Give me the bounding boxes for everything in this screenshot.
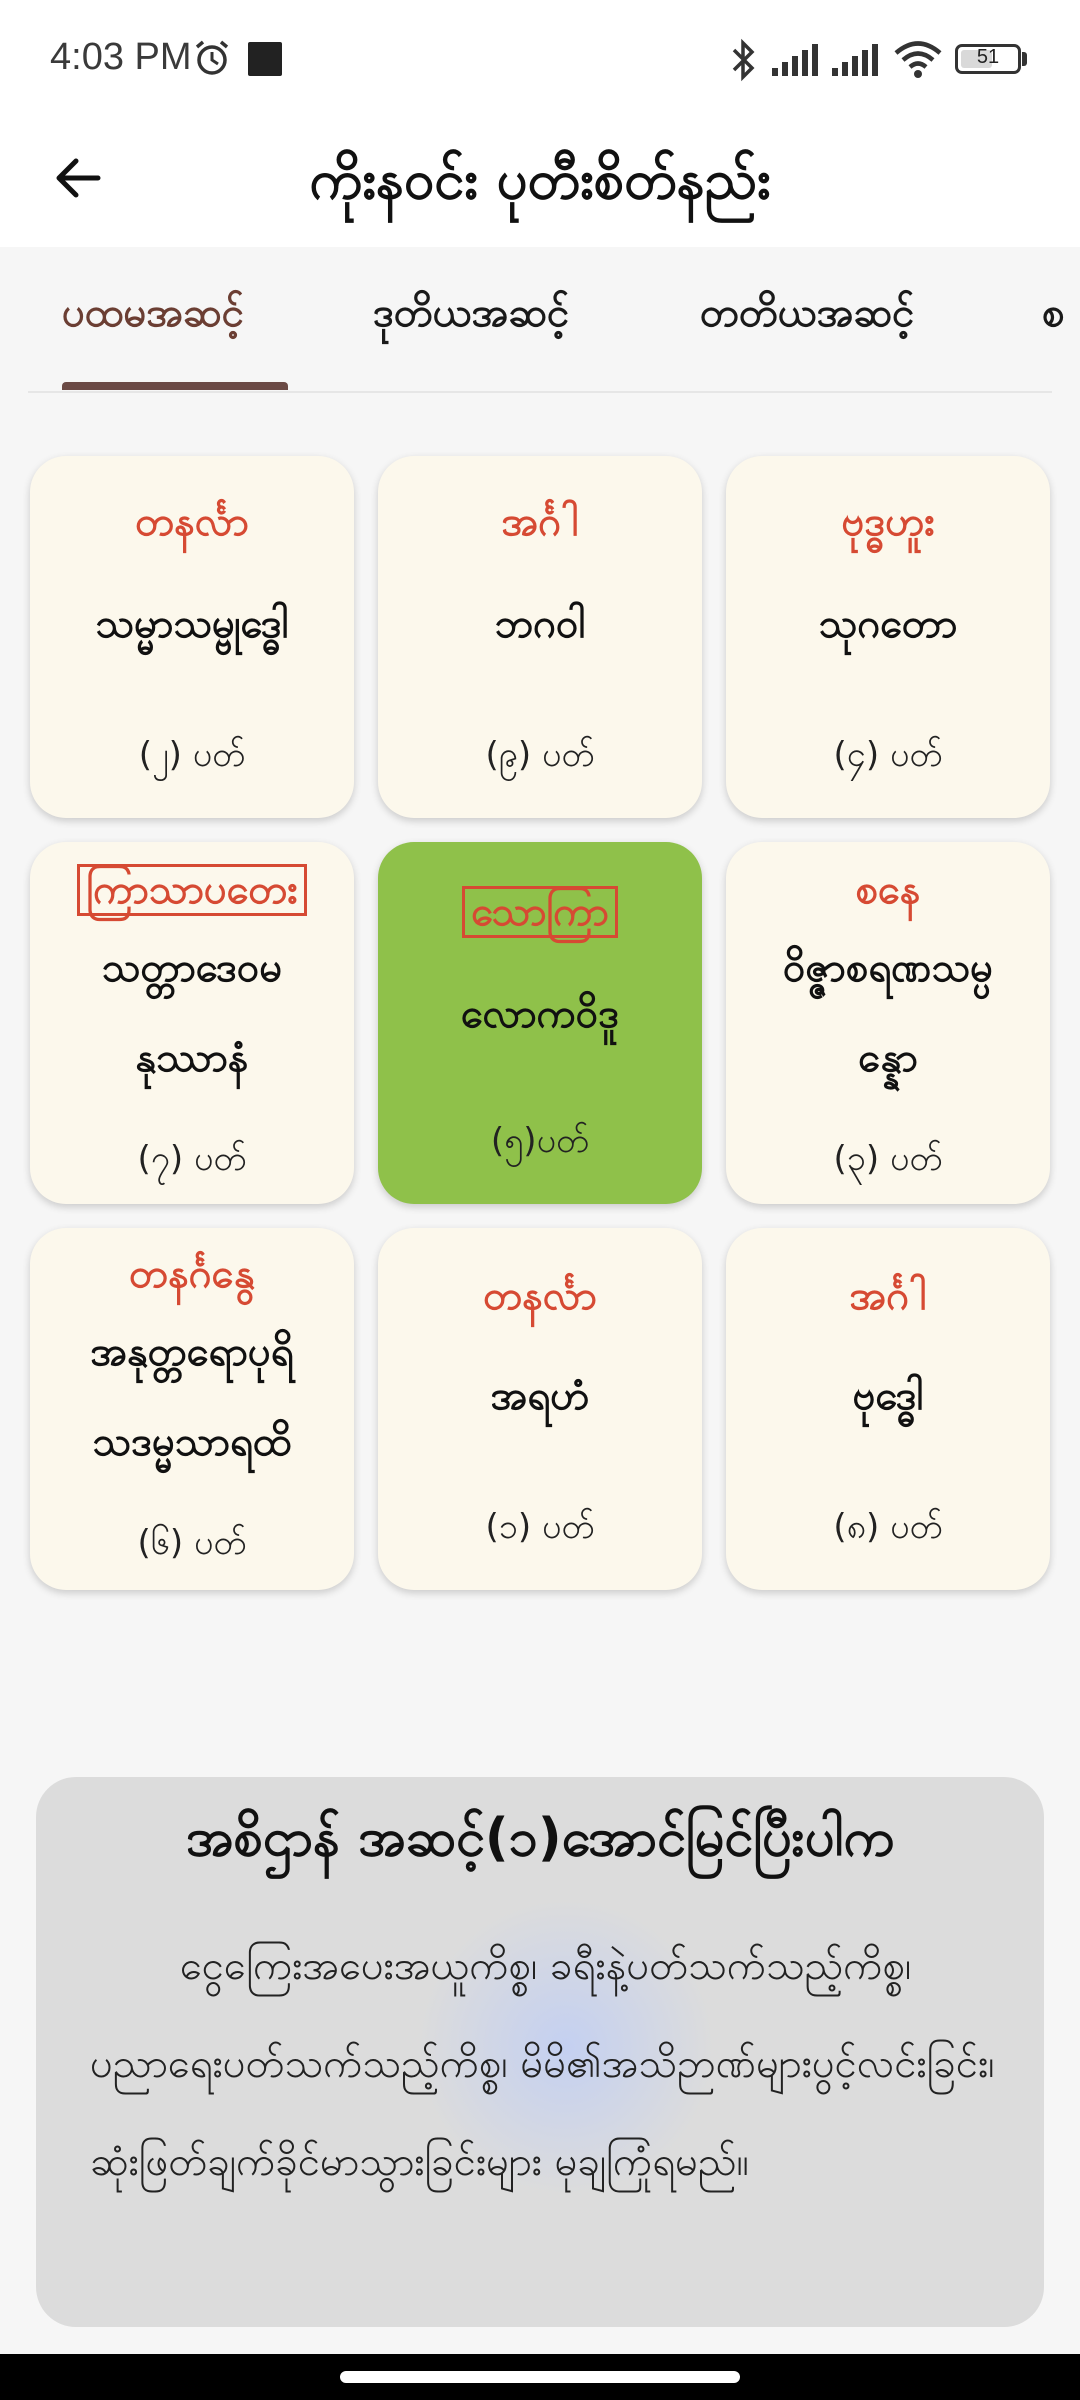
tab-bar: ပထမအဆင့် ဒုတိယအဆင့် တတိယအဆင့် စ bbox=[0, 247, 1080, 392]
card-tuesday-2[interactable]: အင်္ဂါ ဗုဒ္ဓေါ (၈) ပတ် bbox=[726, 1228, 1050, 1590]
tab-level-3[interactable]: တတိယအဆင့် bbox=[700, 287, 914, 357]
card-saturday[interactable]: စနေ ဝိဇ္ဇာစရဏသမ္ပ န္နော (၃) ပတ် bbox=[726, 842, 1050, 1204]
card-title: အရဟံ bbox=[490, 1373, 590, 1419]
card-day-label: ကြာသာပတေး bbox=[30, 864, 354, 923]
card-count: (၇) ပတ် bbox=[137, 1139, 247, 1179]
signal-icon bbox=[772, 44, 818, 76]
card-day-label: ဗုဒ္ဓဟူး bbox=[841, 499, 935, 545]
alarm-icon bbox=[195, 40, 229, 75]
card-title: ဘဂဝါ bbox=[494, 601, 586, 647]
screen: 4:03 PM 51 ကိုးနဝင်း ပုတီးစိတ်နည်း ပထမအဆ… bbox=[0, 0, 1080, 2400]
tab-level-2[interactable]: ဒုတိယအဆင့် bbox=[373, 287, 569, 357]
battery-icon: 51 bbox=[955, 44, 1021, 74]
card-count: (၁) ပတ် bbox=[485, 1507, 595, 1547]
card-friday[interactable]: သောကြာ လောကဝိဒူ (၅)ပတ် bbox=[378, 842, 702, 1204]
battery-tip bbox=[1022, 52, 1027, 66]
card-tuesday[interactable]: အင်္ဂါ ဘဂဝါ (၉) ပတ် bbox=[378, 456, 702, 818]
divider bbox=[28, 391, 1052, 393]
card-thursday[interactable]: ကြာသာပတေး သတ္တာဒေဝမ နုဿာနံ (၇) ပတ် bbox=[30, 842, 354, 1204]
app-bar: ကိုးနဝင်း ပုတီးစိတ်နည်း bbox=[0, 120, 1080, 247]
card-count: (၅)ပတ် bbox=[490, 1121, 590, 1161]
card-title: သုဂတော bbox=[818, 601, 958, 647]
bluetooth-icon bbox=[732, 38, 755, 82]
card-title: သမ္မာသမ္ဗုဒ္ဓေါ bbox=[95, 601, 289, 647]
card-day-label: အင်္ဂါ bbox=[849, 1273, 927, 1319]
info-body: ငွေကြေးအပေးအယူကိစ္စ၊ ခရီးနဲ့ပတ်သက်သည့်ကိ… bbox=[90, 1943, 995, 2185]
back-button[interactable] bbox=[40, 140, 116, 216]
tab-level-4[interactable]: စ bbox=[1042, 287, 1065, 357]
card-day-label: တနင်္ဂနွေ bbox=[129, 1251, 255, 1297]
battery-level: 51 bbox=[976, 46, 1000, 68]
arrow-left-icon bbox=[56, 158, 101, 198]
tab-indicator bbox=[62, 382, 288, 390]
card-day-label: စနေ bbox=[855, 867, 921, 913]
card-monday[interactable]: တနင်္လာ သမ္မာသမ္ဗုဒ္ဓေါ (၂) ပတ် bbox=[30, 456, 354, 818]
card-day-label: တနင်္လာ bbox=[483, 1273, 597, 1319]
info-panel: အစိဌာန် အဆင့်(၁)အောင်မြင်ပြီးပါက ငွေကြေး… bbox=[36, 1777, 1044, 2327]
card-title: ဗုဒ္ဓေါ bbox=[852, 1373, 924, 1419]
card-wednesday[interactable]: ဗုဒ္ဓဟူး သုဂတော (၄) ပတ် bbox=[726, 456, 1050, 818]
card-day-label: သောကြာ bbox=[378, 886, 702, 945]
page-title: ကိုးနဝင်း ပုတီးစိတ်နည်း bbox=[309, 148, 771, 211]
card-count: (၃) ပတ် bbox=[833, 1139, 943, 1179]
card-count: (၉) ပတ် bbox=[485, 735, 595, 775]
card-sunday[interactable]: တနင်္ဂနွေ အနုတ္တရောပုရိ သဒမ္မသာရထိ (၆) ပ… bbox=[30, 1228, 354, 1590]
card-day-label: အင်္ဂါ bbox=[501, 499, 579, 545]
tab-level-1[interactable]: ပထမအဆင့် bbox=[62, 287, 244, 357]
card-title: အနုတ္တရောပုရိ သဒမ္မသာရထိ bbox=[90, 1329, 294, 1465]
info-title: အစိဌာန် အဆင့်(၁)အောင်မြင်ပြီးပါက bbox=[185, 1808, 895, 1868]
card-day-label: တနင်္လာ bbox=[135, 499, 249, 545]
card-title: လောကဝိဒူ bbox=[460, 991, 620, 1037]
status-time: 4:03 PM bbox=[50, 36, 192, 78]
card-count: (၂) ပတ် bbox=[138, 735, 246, 775]
notification-square-icon bbox=[248, 42, 282, 76]
card-monday-2[interactable]: တနင်္လာ အရဟံ (၁) ပတ် bbox=[378, 1228, 702, 1590]
home-indicator[interactable] bbox=[340, 2371, 740, 2383]
card-title: ဝိဇ္ဇာစရဏသမ္ပ န္နော bbox=[783, 945, 993, 1081]
card-count: (၄) ပတ် bbox=[833, 735, 943, 775]
card-count: (၆) ပတ် bbox=[137, 1523, 247, 1563]
status-bar: 4:03 PM 51 bbox=[0, 0, 1080, 120]
card-count: (၈) ပတ် bbox=[833, 1507, 943, 1547]
wifi-icon bbox=[894, 41, 942, 78]
card-title: သတ္တာဒေဝမ နုဿာနံ bbox=[101, 945, 283, 1081]
signal-icon bbox=[832, 44, 878, 76]
